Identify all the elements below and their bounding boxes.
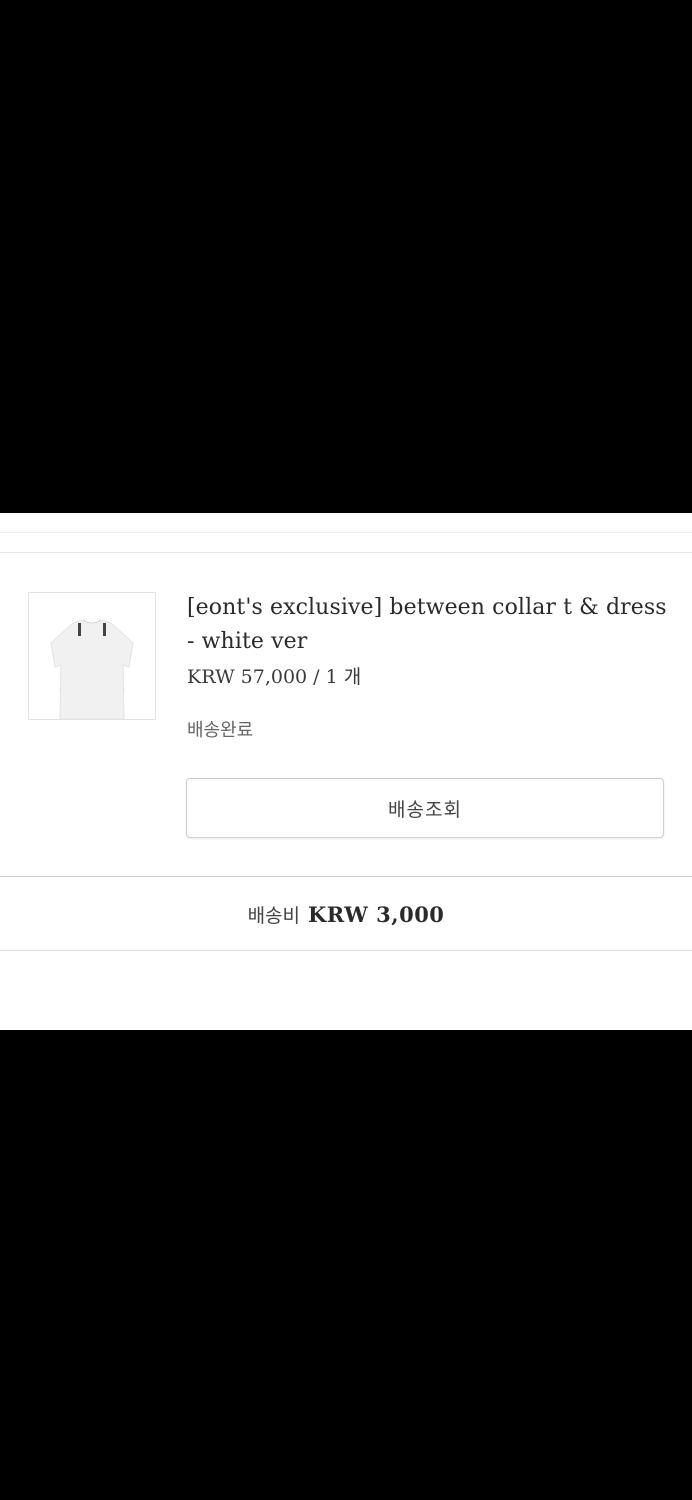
divider-top-2: [0, 552, 692, 553]
divider-top-1: [0, 532, 692, 533]
product-quantity: 1 개: [325, 666, 362, 688]
price-quantity: KRW 57,000 / 1 개: [187, 663, 667, 691]
shipping-fee-row: 배송비 KRW 3,000: [0, 877, 692, 951]
product-info: [eont's exclusive] between collar t & dr…: [187, 591, 667, 691]
order-item-panel: [eont's exclusive] between collar t & dr…: [0, 513, 692, 1030]
product-price: KRW 57,000: [187, 666, 308, 688]
delivery-status: 배송완료: [187, 720, 254, 741]
black-bottom-area: [0, 1030, 692, 1500]
track-delivery-button[interactable]: 배송조회: [186, 778, 664, 838]
shipping-fee-value: KRW 3,000: [308, 901, 445, 927]
divider-bottom: [0, 950, 692, 951]
tshirt-image: [29, 593, 155, 719]
product-name[interactable]: [eont's exclusive] between collar t & dr…: [187, 591, 667, 659]
shipping-fee-label: 배송비: [247, 904, 301, 927]
quantity-separator: /: [307, 666, 326, 688]
product-thumbnail[interactable]: [28, 592, 156, 720]
black-top-area: [0, 0, 692, 513]
